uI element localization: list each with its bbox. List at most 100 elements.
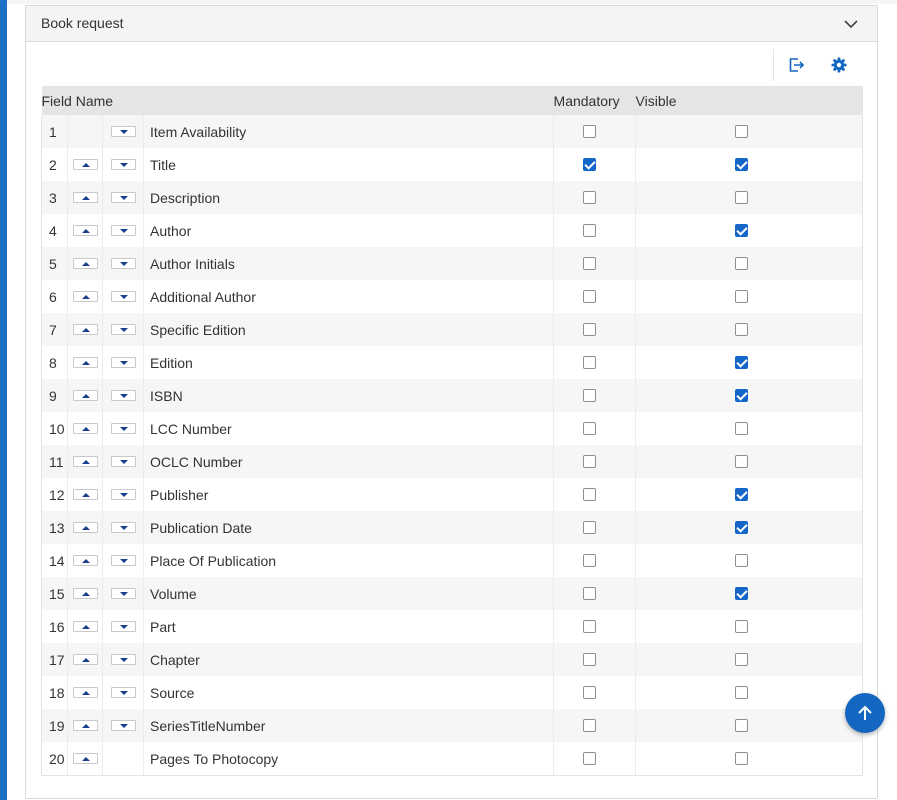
- field-name: Part: [142, 610, 554, 643]
- mandatory-checkbox[interactable]: [583, 587, 597, 600]
- mandatory-checkbox[interactable]: [583, 158, 597, 171]
- move-down-button[interactable]: [110, 720, 136, 731]
- visible-checkbox[interactable]: [735, 224, 749, 237]
- move-down-button[interactable]: [110, 324, 136, 335]
- field-name: Place Of Publication: [142, 544, 554, 577]
- move-down-button[interactable]: [110, 258, 136, 269]
- visible-checkbox[interactable]: [735, 125, 749, 138]
- mandatory-checkbox[interactable]: [583, 290, 597, 303]
- panel-header[interactable]: Book request: [26, 6, 877, 42]
- move-up-button[interactable]: [72, 192, 98, 203]
- move-up-button[interactable]: [72, 555, 98, 566]
- mandatory-checkbox[interactable]: [583, 455, 597, 468]
- move-up-button[interactable]: [72, 489, 98, 500]
- mandatory-checkbox[interactable]: [583, 125, 597, 138]
- visible-checkbox[interactable]: [735, 323, 749, 336]
- visible-checkbox[interactable]: [735, 719, 749, 732]
- move-up-button[interactable]: [72, 654, 98, 665]
- caret-up-icon: [81, 295, 90, 299]
- visible-checkbox[interactable]: [735, 653, 749, 666]
- visible-checkbox[interactable]: [735, 290, 749, 303]
- visible-checkbox[interactable]: [735, 191, 749, 204]
- move-up-button[interactable]: [72, 456, 98, 467]
- mandatory-checkbox[interactable]: [583, 752, 597, 765]
- mandatory-checkbox[interactable]: [583, 257, 597, 270]
- mandatory-checkbox[interactable]: [583, 224, 597, 237]
- move-up-button[interactable]: [72, 324, 98, 335]
- chevron-down-icon[interactable]: [843, 16, 859, 32]
- move-down-button[interactable]: [110, 390, 136, 401]
- mandatory-checkbox[interactable]: [583, 191, 597, 204]
- move-down-button[interactable]: [110, 159, 136, 170]
- move-down-button[interactable]: [110, 588, 136, 599]
- move-up-button[interactable]: [72, 720, 98, 731]
- move-down-button[interactable]: [110, 654, 136, 665]
- visible-checkbox[interactable]: [735, 521, 749, 534]
- move-down-button[interactable]: [110, 621, 136, 632]
- move-down-cell: [102, 511, 144, 544]
- move-up-button[interactable]: [72, 225, 98, 236]
- mandatory-checkbox[interactable]: [583, 323, 597, 336]
- gear-icon[interactable]: [827, 53, 851, 77]
- mandatory-checkbox[interactable]: [583, 521, 597, 534]
- row-number: 18: [41, 676, 68, 709]
- export-icon[interactable]: [784, 53, 808, 77]
- caret-down-icon: [119, 163, 128, 167]
- visible-cell: [635, 214, 864, 247]
- mandatory-checkbox[interactable]: [583, 620, 597, 633]
- mandatory-checkbox[interactable]: [583, 554, 597, 567]
- move-down-button[interactable]: [110, 555, 136, 566]
- move-up-button[interactable]: [72, 753, 98, 764]
- move-up-button[interactable]: [72, 687, 98, 698]
- visible-checkbox[interactable]: [735, 488, 749, 501]
- move-up-button[interactable]: [72, 390, 98, 401]
- book-request-panel: Book request Field Name Mandatory Visibl…: [25, 5, 878, 799]
- visible-checkbox[interactable]: [735, 158, 749, 171]
- visible-checkbox[interactable]: [735, 257, 749, 270]
- visible-checkbox[interactable]: [735, 356, 749, 369]
- row-number: 17: [41, 643, 68, 676]
- field-name: Additional Author: [142, 280, 554, 313]
- visible-checkbox[interactable]: [735, 389, 749, 402]
- scroll-to-top-button[interactable]: [845, 693, 885, 733]
- visible-cell: [635, 478, 864, 511]
- move-down-button[interactable]: [110, 192, 136, 203]
- field-name: Specific Edition: [142, 313, 554, 346]
- visible-checkbox[interactable]: [735, 752, 749, 765]
- visible-checkbox[interactable]: [735, 455, 749, 468]
- move-down-button[interactable]: [110, 687, 136, 698]
- move-down-button[interactable]: [110, 456, 136, 467]
- move-down-button[interactable]: [110, 423, 136, 434]
- move-up-button[interactable]: [72, 588, 98, 599]
- move-up-button[interactable]: [72, 423, 98, 434]
- move-down-button[interactable]: [110, 291, 136, 302]
- mandatory-cell: [553, 478, 636, 511]
- move-down-cell: [102, 247, 144, 280]
- move-up-button[interactable]: [72, 357, 98, 368]
- move-up-button[interactable]: [72, 258, 98, 269]
- mandatory-checkbox[interactable]: [583, 422, 597, 435]
- visible-checkbox[interactable]: [735, 554, 749, 567]
- move-up-cell: [67, 544, 103, 577]
- move-down-button[interactable]: [110, 357, 136, 368]
- visible-checkbox[interactable]: [735, 587, 749, 600]
- move-up-button[interactable]: [72, 291, 98, 302]
- move-up-button[interactable]: [72, 159, 98, 170]
- visible-checkbox[interactable]: [735, 422, 749, 435]
- mandatory-checkbox[interactable]: [583, 719, 597, 732]
- mandatory-checkbox[interactable]: [583, 653, 597, 666]
- visible-checkbox[interactable]: [735, 620, 749, 633]
- move-up-button[interactable]: [72, 621, 98, 632]
- mandatory-checkbox[interactable]: [583, 389, 597, 402]
- row-number: 10: [41, 412, 68, 445]
- move-down-button[interactable]: [110, 126, 136, 137]
- move-down-button[interactable]: [110, 225, 136, 236]
- visible-checkbox[interactable]: [735, 686, 749, 699]
- mandatory-checkbox[interactable]: [583, 686, 597, 699]
- move-down-button[interactable]: [110, 522, 136, 533]
- mandatory-checkbox[interactable]: [583, 356, 597, 369]
- move-up-button[interactable]: [72, 522, 98, 533]
- move-down-button[interactable]: [110, 489, 136, 500]
- mandatory-checkbox[interactable]: [583, 488, 597, 501]
- caret-up-icon: [81, 559, 90, 563]
